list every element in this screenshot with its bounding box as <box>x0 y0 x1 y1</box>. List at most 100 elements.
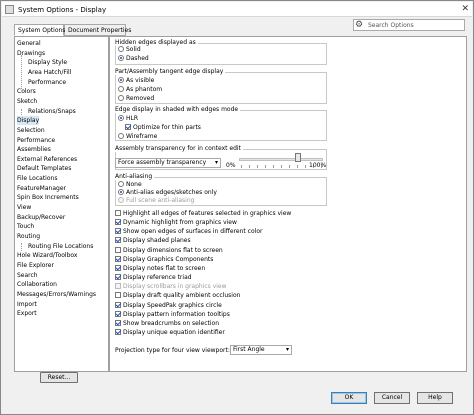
checkbox-label: Display dimensions flat to screen <box>123 246 223 254</box>
transparency-slider-thumb[interactable] <box>294 153 301 162</box>
tree-line <box>21 243 22 251</box>
radio-button[interactable] <box>118 95 124 101</box>
tree-item[interactable]: Import <box>17 300 37 309</box>
checkbox[interactable] <box>115 283 121 290</box>
tree-item[interactable]: File Explorer <box>17 261 54 270</box>
display-option-checkbox[interactable]: Display reference triad <box>115 274 192 282</box>
reset-button[interactable]: Reset... <box>40 372 78 383</box>
checkbox[interactable] <box>115 274 121 281</box>
tree-item[interactable]: File Locations <box>17 174 57 183</box>
checkbox[interactable] <box>115 301 121 308</box>
tree-item[interactable]: Colors <box>17 87 36 96</box>
display-option-checkbox[interactable]: Display Graphics Components <box>115 255 214 264</box>
tree-item[interactable]: Routing <box>17 232 40 241</box>
radio-button[interactable] <box>118 189 124 195</box>
tree-item[interactable]: Sketch <box>17 97 37 106</box>
tree-item[interactable]: Relations/Snaps <box>28 107 76 116</box>
display-option-checkbox[interactable]: Display pattern information tooltips <box>115 310 230 319</box>
radio-solid[interactable]: Solid <box>118 46 141 54</box>
display-option-checkbox[interactable]: Display dimensions flat to screen <box>115 246 223 255</box>
radio-button[interactable] <box>118 86 124 92</box>
checkbox[interactable] <box>115 255 121 262</box>
transparency-select[interactable]: Force assembly transparency ▾ <box>115 158 221 168</box>
tree-item[interactable]: Search <box>17 271 38 280</box>
display-option-checkbox[interactable]: Display shaded planes <box>115 237 191 245</box>
tree-item[interactable]: Selection <box>17 126 45 135</box>
cancel-button[interactable]: Cancel <box>374 392 410 404</box>
transparency-slider-track[interactable] <box>239 158 323 161</box>
radio-button[interactable] <box>118 77 124 83</box>
tree-item[interactable]: Hole Wizard/Toolbox <box>17 251 77 260</box>
tree-item[interactable]: Routing File Locations <box>28 242 93 251</box>
tree-item[interactable]: Export <box>17 309 37 318</box>
checkbox[interactable] <box>115 228 121 235</box>
checkbox[interactable] <box>115 246 121 253</box>
slider-tick <box>281 165 282 168</box>
tree-item[interactable]: Assemblies <box>17 145 51 154</box>
checkbox[interactable] <box>115 219 121 226</box>
display-option-checkbox[interactable]: Display notes flat to screen <box>115 264 205 273</box>
tree-item[interactable]: General <box>17 39 41 48</box>
slider-tick <box>257 165 258 168</box>
tree-item[interactable]: Performance <box>28 78 66 87</box>
tree-item[interactable]: Spin Box Increments <box>17 193 79 202</box>
display-option-checkbox[interactable]: Display scrollbars in graphics view <box>115 283 227 291</box>
display-option-checkbox[interactable]: Show breadcrumbs on selection <box>115 319 219 328</box>
close-icon[interactable]: ✕ <box>461 5 469 14</box>
radio-removed[interactable]: Removed <box>118 95 154 103</box>
checkbox[interactable] <box>125 124 131 130</box>
tree-item[interactable]: Default Templates <box>17 164 71 173</box>
tree-item[interactable]: Area Hatch/Fill <box>28 68 71 77</box>
display-option-checkbox[interactable]: Highlight all edges of features selected… <box>115 210 291 218</box>
tree-item[interactable]: Performance <box>17 136 55 145</box>
checkbox[interactable] <box>115 310 121 317</box>
checkbox[interactable] <box>115 210 121 216</box>
checkbox[interactable] <box>115 237 121 244</box>
tree-item[interactable]: External References <box>17 155 77 164</box>
tree-item[interactable]: Collaboration <box>17 280 57 289</box>
radio-button[interactable] <box>118 197 124 203</box>
tree-item[interactable]: Drawings <box>17 49 45 58</box>
checkbox-label: Display Graphics Components <box>123 255 214 263</box>
search-input[interactable]: Search Options <box>368 22 414 29</box>
radio-button[interactable] <box>118 46 124 52</box>
checkbox[interactable] <box>115 264 121 271</box>
radio-button[interactable] <box>118 55 124 61</box>
checkbox[interactable] <box>115 328 121 335</box>
tree-item[interactable]: Backup/Recover <box>17 213 65 222</box>
display-option-checkbox[interactable]: Display SpeedPak graphics circle <box>115 301 222 310</box>
radio-anti-alias-edges[interactable]: Anti-alias edges/sketches only <box>118 189 217 197</box>
optimize-thin-parts-checkbox[interactable]: Optimize for thin parts <box>125 124 201 132</box>
ok-button[interactable]: OK <box>331 392 367 404</box>
tree-line <box>21 55 22 89</box>
help-button[interactable]: Help <box>417 392 453 404</box>
radio-wireframe[interactable]: Wireframe <box>118 133 157 141</box>
tab-document-properties[interactable]: Document Properties <box>64 24 131 36</box>
tree-item[interactable]: Touch <box>17 222 34 231</box>
display-option-checkbox[interactable]: Display draft quality ambient occlusion <box>115 292 240 300</box>
radio-button[interactable] <box>118 133 124 139</box>
radio-dashed[interactable]: Dashed <box>118 55 149 63</box>
radio-as-phantom[interactable]: As phantom <box>118 86 162 94</box>
radio-button[interactable] <box>118 181 124 187</box>
radio-button[interactable] <box>118 115 124 121</box>
display-option-checkbox[interactable]: Show open edges of surfaces in different… <box>115 228 262 236</box>
checkbox[interactable] <box>115 292 121 299</box>
projection-select[interactable]: First Angle ▾ <box>230 345 292 355</box>
tree-item[interactable]: View <box>17 203 31 212</box>
tree-item[interactable]: Display <box>17 116 40 126</box>
tree-item[interactable]: Display Style <box>28 58 67 67</box>
tree-item[interactable]: Messages/Errors/Warnings <box>17 290 96 299</box>
radio-hlr[interactable]: HLR <box>118 115 138 123</box>
checkbox[interactable] <box>115 319 121 326</box>
display-option-checkbox[interactable]: Dynamic highlight from graphics view <box>115 219 237 227</box>
tree-item[interactable]: FeatureManager <box>17 184 66 193</box>
app-icon <box>5 5 14 14</box>
tab-system-options[interactable]: System Options <box>14 24 65 36</box>
search-box[interactable]: ⚙ Search Options <box>353 19 465 31</box>
radio-none[interactable]: None <box>118 181 142 189</box>
radio-full-scene[interactable]: Full scene anti-aliasing <box>118 197 194 205</box>
radio-as-visible[interactable]: As visible <box>118 77 154 85</box>
display-option-checkbox[interactable]: Display unique equation identifier <box>115 328 225 337</box>
slider-min-label: 0% <box>226 162 236 169</box>
